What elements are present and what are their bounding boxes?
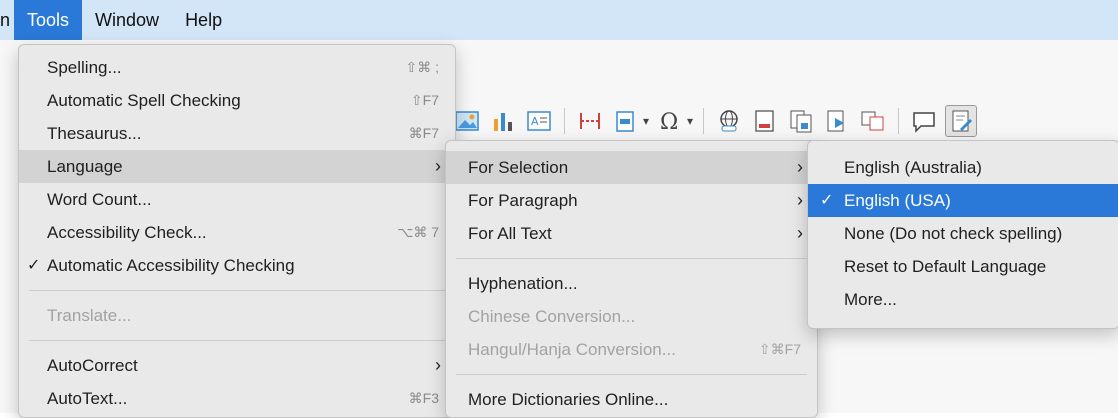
menu-separator	[29, 340, 445, 341]
page-break-icon[interactable]	[575, 106, 605, 136]
chevron-down-icon[interactable]: ▾	[643, 114, 649, 128]
menu-item-label: Thesaurus...	[47, 124, 142, 143]
menu-item-label: Language	[47, 157, 123, 176]
bookmark-icon[interactable]	[858, 106, 888, 136]
keyboard-shortcut: ⇧F7	[410, 92, 439, 108]
menu-item-for-all-text[interactable]: For All Text ›	[446, 217, 817, 250]
menu-item-chinese-conversion: Chinese Conversion...	[446, 300, 817, 333]
menu-item-label: Accessibility Check...	[47, 223, 207, 242]
keyboard-shortcut: ⇧⌘F7	[758, 341, 801, 357]
keyboard-shortcut: ⇧⌘ ;	[405, 59, 439, 75]
menu-item-label: Automatic Accessibility Checking	[47, 256, 295, 275]
keyboard-shortcut: ⌘F3	[408, 390, 439, 406]
field-icon[interactable]	[611, 106, 641, 136]
chevron-right-icon: ›	[797, 190, 803, 210]
menu-separator	[456, 258, 807, 259]
menu-item-label: For Paragraph	[468, 191, 578, 210]
menu-item-thesaurus[interactable]: Thesaurus... ⌘F7	[19, 117, 455, 150]
menu-item-label: Word Count...	[47, 190, 152, 209]
menu-separator	[456, 374, 807, 375]
language-submenu: For Selection › For Paragraph › For All …	[445, 140, 818, 418]
chevron-right-icon: ›	[435, 355, 441, 375]
chevron-right-icon: ›	[797, 223, 803, 243]
chevron-down-icon[interactable]: ▾	[687, 114, 693, 128]
menu-item-label: Translate...	[47, 306, 132, 325]
menu-item-label: Automatic Spell Checking	[47, 91, 241, 110]
menu-item-spelling[interactable]: Spelling... ⇧⌘ ;	[19, 51, 455, 84]
menu-item-label: More...	[844, 290, 897, 309]
hyperlink-icon[interactable]	[714, 106, 744, 136]
menu-bar-item-partial[interactable]: n	[0, 0, 14, 40]
menu-item-label: Spelling...	[47, 58, 122, 77]
toolbar-separator	[703, 108, 705, 134]
svg-text:A: A	[531, 115, 539, 128]
image-icon[interactable]	[452, 106, 482, 136]
menu-bar-item-help[interactable]: Help	[172, 0, 235, 40]
language-options-submenu: English (Australia) ✓ English (USA) None…	[807, 140, 1118, 329]
menu-item-label: AutoCorrect	[47, 356, 138, 375]
menu-item-autotext[interactable]: AutoText... ⌘F3	[19, 382, 455, 415]
text-box-icon[interactable]: A	[524, 106, 554, 136]
menu-item-label: English (USA)	[844, 191, 951, 210]
menu-item-more-dictionaries-online[interactable]: More Dictionaries Online...	[446, 383, 817, 416]
menu-item-language[interactable]: Language ›	[19, 150, 455, 183]
tools-menu: Spelling... ⇧⌘ ; Automatic Spell Checkin…	[18, 44, 456, 418]
checkmark-icon: ✓	[27, 257, 41, 274]
chevron-right-icon: ›	[435, 156, 441, 176]
menu-item-label: Hangul/Hanja Conversion...	[468, 340, 676, 359]
toolbar-separator	[564, 108, 565, 134]
menu-item-label: AutoText...	[47, 389, 128, 408]
menu-item-label: More Dictionaries Online...	[468, 390, 669, 409]
menu-item-accessibility-check[interactable]: Accessibility Check... ⌥⌘ 7	[19, 216, 455, 249]
menu-item-label: None (Do not check spelling)	[844, 224, 1063, 243]
menu-item-label: Hyphenation...	[468, 274, 578, 293]
menu-item-translate: Translate...	[19, 299, 455, 332]
keyboard-shortcut: ⌘F7	[408, 125, 439, 141]
menu-item-label: For Selection	[468, 158, 569, 177]
track-changes-icon[interactable]	[945, 105, 978, 137]
menu-bar: n Tools Window Help	[0, 0, 1118, 40]
menu-item-automatic-accessibility-checking[interactable]: ✓ Automatic Accessibility Checking	[19, 249, 455, 282]
standard-toolbar: A ▾ Ω ▾	[452, 98, 978, 144]
menu-item-automatic-spell-checking[interactable]: Automatic Spell Checking ⇧F7	[19, 84, 455, 117]
menu-item-label: Chinese Conversion...	[468, 307, 636, 326]
menu-item-autocorrect[interactable]: AutoCorrect ›	[19, 349, 455, 382]
menu-item-label: For All Text	[468, 224, 552, 243]
menu-bar-item-tools[interactable]: Tools	[14, 0, 83, 40]
menu-item-label: Reset to Default Language	[844, 257, 1047, 276]
menu-item-reset-to-default-language[interactable]: Reset to Default Language	[808, 250, 1118, 283]
menu-item-english-usa[interactable]: ✓ English (USA)	[808, 184, 1118, 217]
menu-bar-item-window[interactable]: Window	[82, 0, 172, 40]
svg-text:Ω: Ω	[660, 110, 678, 133]
footnote-icon[interactable]	[750, 106, 780, 136]
menu-item-hangul-hanja-conversion: Hangul/Hanja Conversion... ⇧⌘F7	[446, 333, 817, 366]
comment-icon[interactable]	[909, 106, 939, 136]
menu-item-label: English (Australia)	[844, 158, 982, 177]
toolbar-separator	[898, 108, 900, 134]
menu-item-more-languages[interactable]: More...	[808, 283, 1118, 316]
cross-reference-icon[interactable]	[822, 106, 852, 136]
menu-item-hyphenation[interactable]: Hyphenation...	[446, 267, 817, 300]
endnote-icon[interactable]	[786, 106, 816, 136]
menu-item-for-paragraph[interactable]: For Paragraph ›	[446, 184, 817, 217]
menu-separator	[29, 290, 445, 291]
menu-item-word-count[interactable]: Word Count...	[19, 183, 455, 216]
chart-icon[interactable]	[488, 106, 518, 136]
menu-item-none-do-not-check-spelling[interactable]: None (Do not check spelling)	[808, 217, 1118, 250]
keyboard-shortcut: ⌥⌘ 7	[397, 224, 439, 240]
menu-item-for-selection[interactable]: For Selection ›	[446, 151, 817, 184]
menu-item-english-australia[interactable]: English (Australia)	[808, 151, 1118, 184]
special-character-icon[interactable]: Ω	[655, 106, 685, 136]
chevron-right-icon: ›	[797, 157, 803, 177]
checkmark-icon: ✓	[820, 192, 834, 209]
